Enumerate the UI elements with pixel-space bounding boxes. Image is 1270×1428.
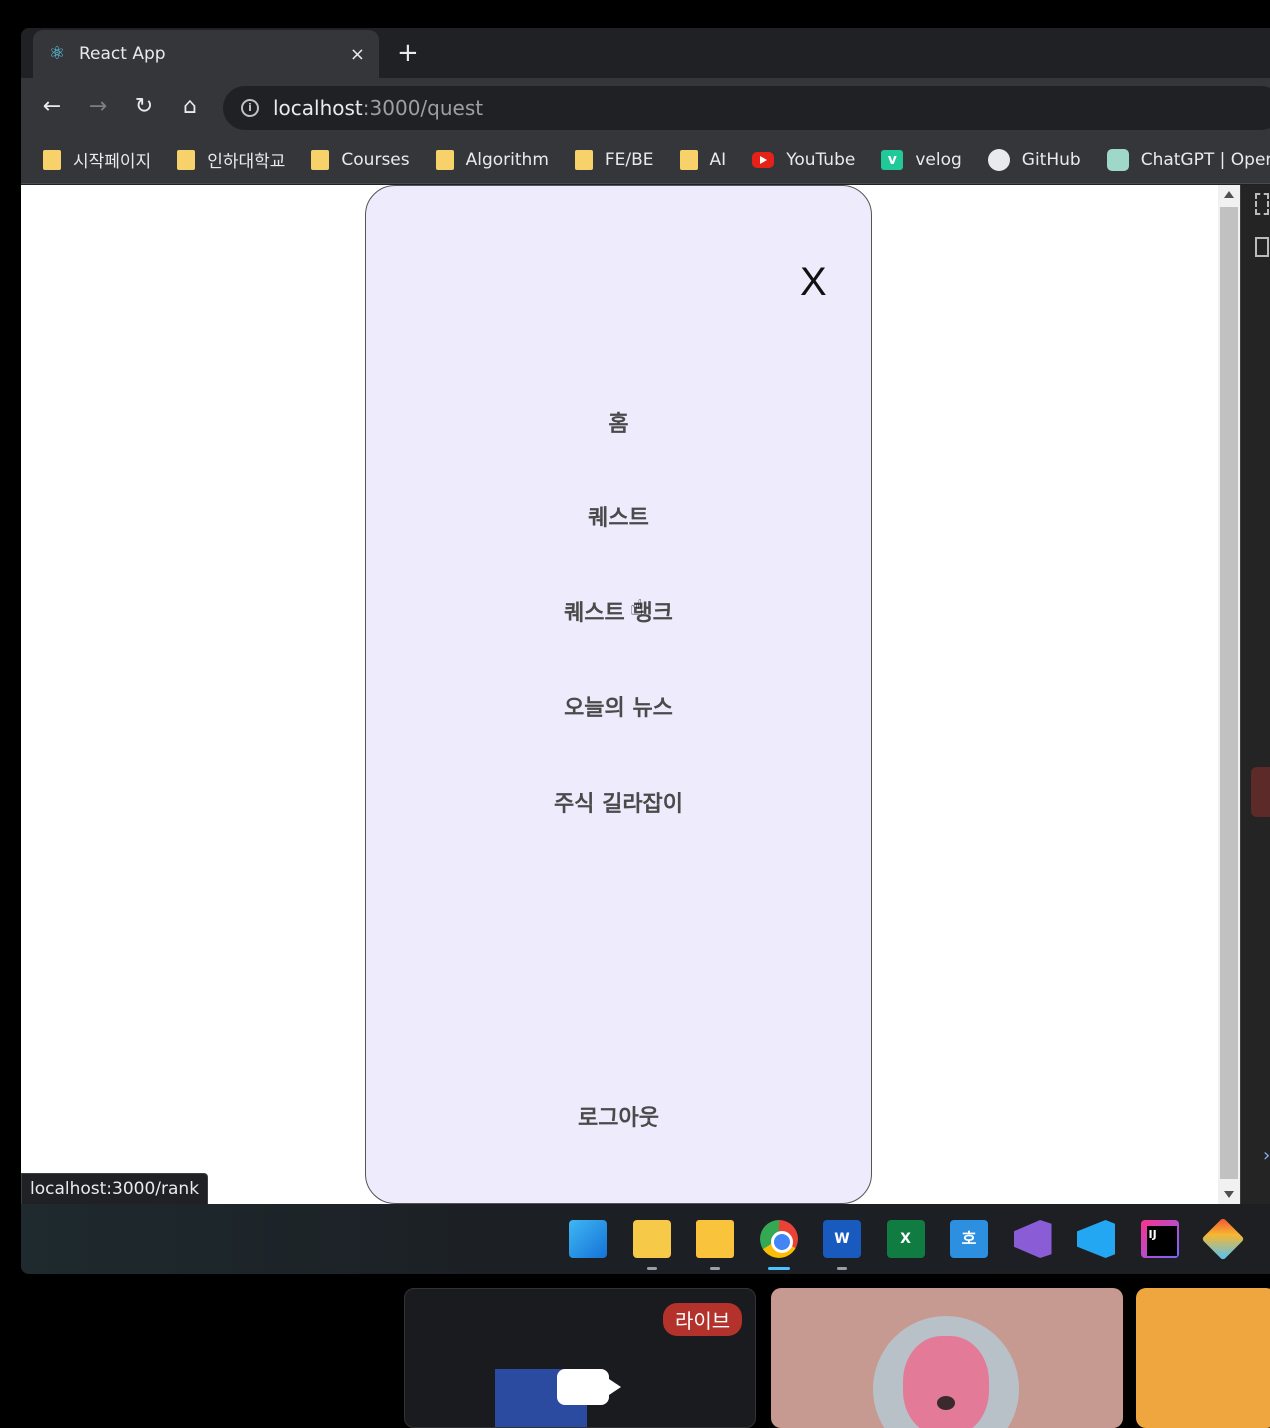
- hanword-icon[interactable]: 호: [950, 1220, 988, 1258]
- youtube-icon: [752, 151, 775, 168]
- tab-strip: ⚛ React App × +: [21, 28, 1270, 78]
- forward-icon[interactable]: →: [83, 92, 113, 122]
- chrome-icon[interactable]: [759, 1220, 798, 1270]
- excel-letter: X: [900, 1231, 911, 1247]
- bookmark-fe-be[interactable]: FE/BE: [574, 149, 654, 170]
- folder-icon: [435, 149, 454, 170]
- status-bubble: localhost:3000/rank: [21, 1173, 209, 1205]
- hanword-letter: 호: [961, 1229, 977, 1248]
- bookmark-courses[interactable]: Courses: [311, 149, 410, 170]
- sticky-notes-icon[interactable]: [632, 1220, 671, 1270]
- toolbar: ← → ↻ ⌂ i localhost:3000/quest: [21, 78, 1270, 136]
- bookmark-ai[interactable]: AI: [679, 149, 727, 170]
- excel-icon[interactable]: X: [886, 1220, 925, 1258]
- avatar-nose: [937, 1396, 955, 1410]
- windows-start-icon[interactable]: [569, 1220, 607, 1258]
- folder-icon: [574, 149, 593, 170]
- bookmark-algorithm[interactable]: Algorithm: [435, 149, 549, 170]
- menu-item-stock-guide[interactable]: 주식 길라잡이: [366, 786, 871, 818]
- bookmark-label: YouTube: [786, 149, 856, 170]
- device-toolbar-icon[interactable]: [1255, 237, 1269, 257]
- scroll-up-icon[interactable]: [1224, 191, 1234, 198]
- bookmark-label: ChatGPT | OpenA: [1140, 149, 1270, 170]
- menu-item-home[interactable]: 홈: [366, 406, 871, 438]
- folder-icon: [177, 149, 196, 170]
- taskbar: W X 호: [21, 1204, 1270, 1274]
- hand-cursor-icon: ☝: [630, 596, 644, 621]
- page-viewport: X 홈 퀘스트 퀘스트 랭크 ☝ 오늘의 뉴스 주식 길라잡이 로그아웃: [21, 185, 1218, 1204]
- close-tab-icon[interactable]: ×: [350, 44, 365, 65]
- react-icon: ⚛: [48, 43, 66, 64]
- chevron-right-icon[interactable]: ›: [1263, 1145, 1270, 1166]
- avatar: [873, 1316, 1019, 1428]
- bookmark-label: Courses: [341, 149, 410, 170]
- menu-item-today-news[interactable]: 오늘의 뉴스: [366, 690, 871, 722]
- bookmark-github[interactable]: GitHub: [987, 148, 1081, 171]
- folder-icon: [311, 149, 330, 170]
- visual-studio-icon[interactable]: [1013, 1220, 1052, 1258]
- github-icon: [987, 148, 1010, 171]
- url-host: localhost: [273, 96, 363, 120]
- bookmark-label: 시작페이지: [73, 152, 152, 172]
- folder-icon: [43, 149, 61, 170]
- bookmark-youtube[interactable]: YouTube: [752, 150, 855, 170]
- participant-thumbnail[interactable]: [771, 1288, 1123, 1428]
- scrollbar-thumb[interactable]: [1220, 207, 1238, 1179]
- vertical-scrollbar[interactable]: [1218, 185, 1240, 1204]
- screen-share-thumbnail[interactable]: 라이브: [404, 1288, 756, 1428]
- video-thumbnails: 라이브: [0, 1274, 1270, 1428]
- bookmark-label: FE/BE: [604, 149, 654, 170]
- tab-title: React App: [79, 44, 166, 64]
- intellij-icon[interactable]: [1140, 1220, 1179, 1258]
- scroll-down-icon[interactable]: [1224, 1191, 1234, 1198]
- file-explorer-icon[interactable]: [696, 1220, 734, 1270]
- pink-toy-image: [903, 1336, 989, 1428]
- side-menu-panel: X 홈 퀘스트 퀘스트 랭크 ☝ 오늘의 뉴스 주식 길라잡이 로그아웃: [365, 185, 872, 1204]
- bookmark-inha[interactable]: 인하대학교: [177, 147, 285, 172]
- participant-thumbnail-2[interactable]: [1136, 1288, 1270, 1428]
- video-camera-icon[interactable]: [557, 1369, 621, 1405]
- site-info-icon[interactable]: i: [241, 99, 259, 117]
- address-bar[interactable]: i localhost:3000/quest: [223, 86, 1270, 130]
- bookmark-label: velog: [915, 149, 962, 170]
- bookmark-label: AI: [709, 149, 727, 170]
- live-badge: 라이브: [663, 1303, 743, 1336]
- velog-icon: v: [881, 149, 904, 170]
- screen: ⚛ React App × + ← → ↻ ⌂ i localhost:3000…: [21, 28, 1270, 1274]
- logout-button[interactable]: 로그아웃: [366, 1100, 871, 1132]
- inspect-element-icon[interactable]: [1255, 193, 1269, 215]
- bookmarks-bar: 시작페이지 인하대학교 Courses Algorithm FE/BE AI Y…: [21, 136, 1270, 184]
- back-icon[interactable]: ←: [37, 92, 67, 122]
- new-tab-button[interactable]: +: [397, 38, 419, 68]
- bookmark-label: Algorithm: [465, 149, 549, 170]
- url-path: :3000/quest: [362, 96, 484, 120]
- bookmark-start-page[interactable]: 시작페이지: [43, 147, 151, 172]
- bookmark-label: 인하대학교: [207, 152, 286, 172]
- menu-item-quest-rank[interactable]: 퀘스트 랭크: [366, 595, 871, 627]
- bookmark-label: GitHub: [1021, 149, 1081, 170]
- tab-react-app[interactable]: ⚛ React App ×: [33, 30, 379, 78]
- close-menu-button[interactable]: X: [800, 260, 827, 305]
- git-icon[interactable]: [1201, 1217, 1245, 1261]
- chatgpt-icon: [1106, 148, 1129, 171]
- word-icon[interactable]: W: [823, 1220, 861, 1270]
- menu-item-quest[interactable]: 퀘스트: [366, 500, 871, 532]
- error-badge[interactable]: [1251, 767, 1270, 817]
- reload-icon[interactable]: ↻: [129, 92, 159, 122]
- word-letter: W: [834, 1231, 850, 1247]
- bookmark-velog[interactable]: v velog: [881, 149, 962, 170]
- folder-icon: [679, 149, 698, 170]
- bookmark-chatgpt[interactable]: ChatGPT | OpenA: [1106, 148, 1270, 171]
- vscode-icon[interactable]: [1077, 1220, 1115, 1258]
- devtools-panel: ›: [1240, 185, 1270, 1204]
- home-icon[interactable]: ⌂: [175, 92, 205, 122]
